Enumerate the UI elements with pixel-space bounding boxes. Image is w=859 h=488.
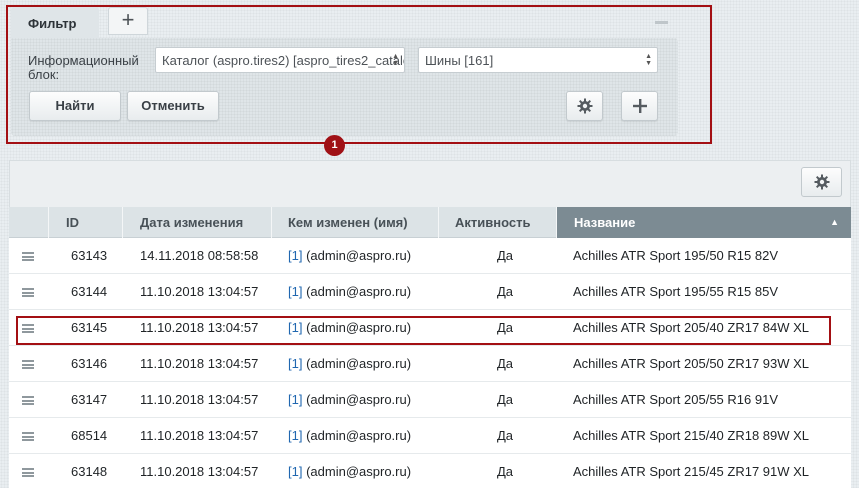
annotation-badge: 1: [324, 135, 345, 156]
cell-id: 63143: [71, 248, 108, 263]
cell-date: 11.10.2018 13:04:57: [140, 284, 259, 299]
cell-name: Achilles ATR Sport 195/55 R15 85V: [573, 284, 778, 299]
cell-user: [1] (admin@aspro.ru): [288, 454, 411, 488]
iblock-select[interactable]: Каталог (aspro.tires2) [aspro_tires2_cat…: [155, 47, 405, 73]
grid-toolbar: [9, 160, 851, 207]
cell-user: [1] (admin@aspro.ru): [288, 418, 411, 454]
cell-name: Achilles ATR Sport 205/40 ZR17 84W XL: [573, 320, 810, 335]
user-link[interactable]: [1]: [288, 428, 302, 443]
table-row[interactable]: 63145 11.10.2018 13:04:57 [1] (admin@asp…: [9, 310, 851, 346]
cell-active: Да: [497, 428, 514, 443]
cell-id: 68514: [71, 428, 108, 443]
cell-id: 63144: [71, 284, 108, 299]
sort-asc-icon: ▲: [830, 217, 839, 227]
cell-user: [1] (admin@aspro.ru): [288, 382, 411, 418]
column-header-active[interactable]: Активность: [439, 207, 557, 238]
user-name: (admin@aspro.ru): [306, 428, 412, 443]
cell-active: Да: [497, 320, 514, 335]
gear-icon: [814, 174, 830, 190]
cell-name: Achilles ATR Sport 215/45 ZR17 91W XL: [573, 464, 810, 479]
section-select[interactable]: Шины [161] ▲ ▼: [418, 47, 658, 73]
cell-date: 11.10.2018 13:04:57: [140, 320, 259, 335]
user-name: (admin@aspro.ru): [306, 284, 412, 299]
row-menu-icon[interactable]: [22, 288, 34, 297]
column-header-name[interactable]: Название ▲: [557, 207, 851, 238]
row-menu-icon[interactable]: [22, 324, 34, 333]
row-menu-icon[interactable]: [22, 252, 34, 261]
cell-active: Да: [497, 356, 514, 371]
column-header-name-label: Название: [574, 215, 636, 230]
add-filter-field-button[interactable]: [621, 91, 658, 121]
row-menu-icon[interactable]: [22, 396, 34, 405]
cell-user: [1] (admin@aspro.ru): [288, 310, 411, 346]
iblock-field-label: Информационный блок:: [28, 53, 139, 82]
row-menu-icon[interactable]: [22, 432, 34, 441]
cell-id: 63146: [71, 356, 108, 371]
cell-name: Achilles ATR Sport 205/55 R16 91V: [573, 392, 778, 407]
cell-active: Да: [497, 284, 514, 299]
add-filter-tab-button[interactable]: +: [108, 7, 148, 35]
grid-header: ID Дата изменения Кем изменен (имя) Акти…: [9, 207, 851, 238]
table-row[interactable]: 63148 11.10.2018 13:04:57 [1] (admin@asp…: [9, 454, 851, 488]
table-row[interactable]: 63143 14.11.2018 08:58:58 [1] (admin@asp…: [9, 238, 851, 274]
row-menu-icon[interactable]: [22, 360, 34, 369]
user-name: (admin@aspro.ru): [306, 248, 412, 263]
filter-settings-button[interactable]: [566, 91, 603, 121]
cell-user: [1] (admin@aspro.ru): [288, 238, 411, 274]
user-link[interactable]: [1]: [288, 392, 302, 407]
cell-active: Да: [497, 248, 514, 263]
user-link[interactable]: [1]: [288, 464, 302, 479]
cell-id: 63145: [71, 320, 108, 335]
cell-date: 11.10.2018 13:04:57: [140, 392, 259, 407]
cell-user: [1] (admin@aspro.ru): [288, 346, 411, 382]
cancel-button[interactable]: Отменить: [127, 91, 219, 121]
filter-tab[interactable]: Фильтр: [11, 7, 99, 40]
cell-id: 63148: [71, 464, 108, 479]
select-arrows-icon: ▲ ▼: [645, 53, 652, 67]
table-row[interactable]: 63147 11.10.2018 13:04:57 [1] (admin@asp…: [9, 382, 851, 418]
column-header-actions: [9, 207, 49, 238]
cell-name: Achilles ATR Sport 205/50 ZR17 93W XL: [573, 356, 810, 371]
cell-date: 11.10.2018 13:04:57: [140, 464, 259, 479]
gear-icon: [577, 98, 593, 114]
grid-body: 63143 14.11.2018 08:58:58 [1] (admin@asp…: [9, 238, 851, 488]
user-name: (admin@aspro.ru): [306, 464, 412, 479]
table-row[interactable]: 63144 11.10.2018 13:04:57 [1] (admin@asp…: [9, 274, 851, 310]
cell-name: Achilles ATR Sport 195/50 R15 82V: [573, 248, 778, 263]
plus-icon: [633, 99, 647, 113]
cell-active: Да: [497, 392, 514, 407]
user-link[interactable]: [1]: [288, 320, 302, 335]
user-name: (admin@aspro.ru): [306, 392, 412, 407]
user-link[interactable]: [1]: [288, 248, 302, 263]
grid-settings-button[interactable]: [801, 167, 842, 197]
table-row[interactable]: 63146 11.10.2018 13:04:57 [1] (admin@asp…: [9, 346, 851, 382]
cell-active: Да: [497, 464, 514, 479]
cell-date: 14.11.2018 08:58:58: [140, 248, 259, 263]
user-link[interactable]: [1]: [288, 356, 302, 371]
section-select-value: Шины [161]: [425, 53, 494, 68]
table-row[interactable]: 68514 11.10.2018 13:04:57 [1] (admin@asp…: [9, 418, 851, 454]
column-header-id[interactable]: ID: [49, 207, 123, 238]
find-button[interactable]: Найти: [29, 91, 121, 121]
cell-name: Achilles ATR Sport 215/40 ZR18 89W XL: [573, 428, 810, 443]
column-header-user[interactable]: Кем изменен (имя): [272, 207, 439, 238]
select-arrows-icon: ▲ ▼: [392, 53, 399, 67]
collapse-icon[interactable]: [655, 21, 668, 24]
cell-date: 11.10.2018 13:04:57: [140, 356, 259, 371]
cell-id: 63147: [71, 392, 108, 407]
column-header-date[interactable]: Дата изменения: [123, 207, 272, 238]
row-menu-icon[interactable]: [22, 468, 34, 477]
cell-user: [1] (admin@aspro.ru): [288, 274, 411, 310]
user-link[interactable]: [1]: [288, 284, 302, 299]
cell-date: 11.10.2018 13:04:57: [140, 428, 259, 443]
user-name: (admin@aspro.ru): [306, 320, 412, 335]
user-name: (admin@aspro.ru): [306, 356, 412, 371]
iblock-select-value: Каталог (aspro.tires2) [aspro_tires2_cat…: [162, 53, 405, 68]
